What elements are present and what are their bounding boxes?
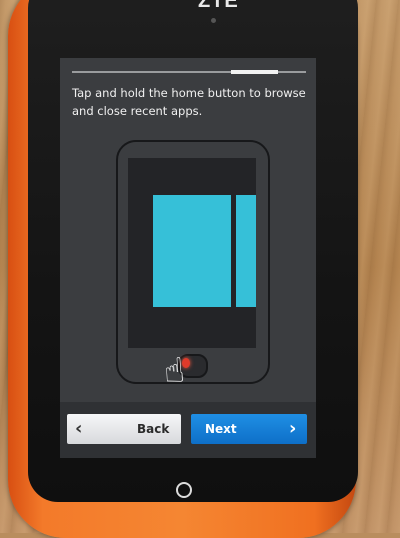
chevron-left-icon: ‹	[75, 418, 83, 439]
next-button-label: Next	[205, 422, 237, 436]
recent-app-card-main	[153, 195, 231, 307]
next-button[interactable]: Next ›	[191, 414, 307, 444]
brand-logo: ZTE	[198, 0, 239, 12]
tutorial-screen: Tap and hold the home button to browse a…	[60, 58, 316, 458]
pointing-hand-icon: ☝	[162, 350, 187, 392]
instruction-text: Tap and hold the home button to browse a…	[72, 86, 306, 118]
recent-app-card-side	[236, 195, 256, 307]
progress-indicator	[231, 70, 278, 74]
front-camera	[211, 18, 216, 23]
chevron-right-icon: ›	[289, 418, 297, 439]
back-button[interactable]: ‹ Back	[67, 414, 181, 444]
back-button-label: Back	[137, 422, 170, 436]
physical-home-button[interactable]	[176, 482, 192, 498]
